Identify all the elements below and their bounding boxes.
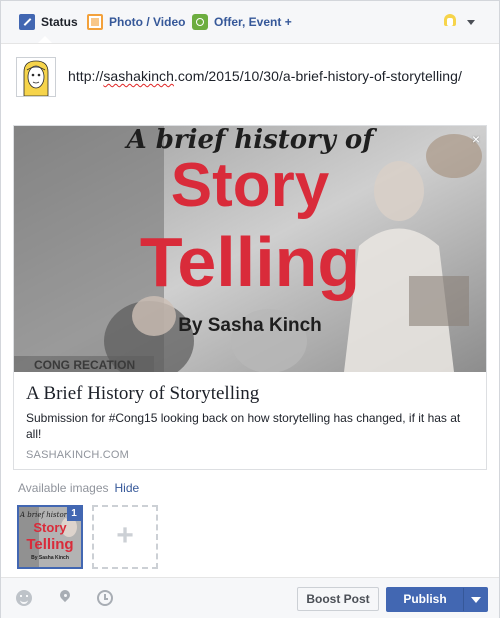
- preview-domain: SASHAKINCH.COM: [26, 449, 130, 461]
- chevron-down-icon: [467, 19, 475, 25]
- schedule-clock-icon[interactable]: [97, 590, 113, 606]
- url-suffix: .com/2015/10/30/a-brief-history-of-story…: [173, 68, 462, 84]
- avatar[interactable]: [16, 57, 56, 97]
- publish-label: Publish: [403, 592, 447, 606]
- image-text-line2: Story: [171, 151, 330, 220]
- link-preview-card[interactable]: A brief history of Story Telling By Sash…: [13, 125, 487, 470]
- post-text-input[interactable]: http://sashakinch.com/2015/10/30/a-brief…: [68, 68, 462, 84]
- location-pin-icon[interactable]: [57, 590, 73, 606]
- avatar-icon: [443, 14, 457, 30]
- chevron-down-icon[interactable]: [471, 597, 481, 603]
- tab-photo-video[interactable]: Photo / Video: [87, 1, 185, 43]
- pencil-icon: [19, 14, 35, 30]
- add-image-button[interactable]: +: [92, 505, 158, 569]
- tab-offer-label: Offer, Event +: [214, 15, 292, 29]
- selected-count-badge: 1: [67, 507, 81, 521]
- thumb-text-line4: By Sasha Kinch: [31, 555, 69, 561]
- offer-icon: [192, 14, 208, 30]
- url-misspelled-word: sashakinch: [103, 68, 174, 84]
- audience-selector[interactable]: [443, 14, 475, 30]
- hide-images-link[interactable]: Hide: [115, 481, 140, 495]
- publish-button[interactable]: Publish: [386, 587, 488, 612]
- image-thumbnail-selected[interactable]: A brief history of Story Telling By Sash…: [17, 505, 83, 569]
- active-tab-caret: [37, 35, 53, 43]
- available-images-label: Available images: [18, 481, 109, 495]
- thumb-text-line3: Telling: [26, 536, 73, 553]
- tab-status-label: Status: [41, 15, 78, 29]
- photo-icon: [87, 14, 103, 30]
- composer-tabs: Status Photo / Video Offer, Event +: [1, 1, 499, 44]
- preview-title[interactable]: A Brief History of Storytelling: [26, 383, 259, 405]
- image-text-line4: By Sasha Kinch: [178, 315, 322, 336]
- tab-photo-label: Photo / Video: [109, 15, 186, 29]
- image-corner-text: CONG RECATION: [34, 358, 135, 372]
- plus-icon: +: [116, 519, 134, 552]
- boost-post-button[interactable]: Boost Post: [297, 587, 379, 611]
- emoji-icon[interactable]: [16, 590, 32, 606]
- composer-footer: Boost Post Publish: [1, 577, 499, 618]
- publish-separator: [463, 588, 464, 611]
- preview-image[interactable]: A brief history of Story Telling By Sash…: [14, 126, 486, 372]
- post-composer: Status Photo / Video Offer, Event + http…: [0, 0, 500, 618]
- preview-description: Submission for #Cong15 looking back on h…: [26, 411, 461, 441]
- image-text-line3: Telling: [140, 223, 360, 301]
- available-images-row: Available images Hide: [18, 481, 139, 495]
- url-prefix: http://: [68, 68, 104, 84]
- thumb-text-line2: Story: [33, 520, 67, 535]
- close-icon[interactable]: ×: [472, 131, 480, 147]
- tab-offer-event[interactable]: Offer, Event +: [192, 1, 292, 43]
